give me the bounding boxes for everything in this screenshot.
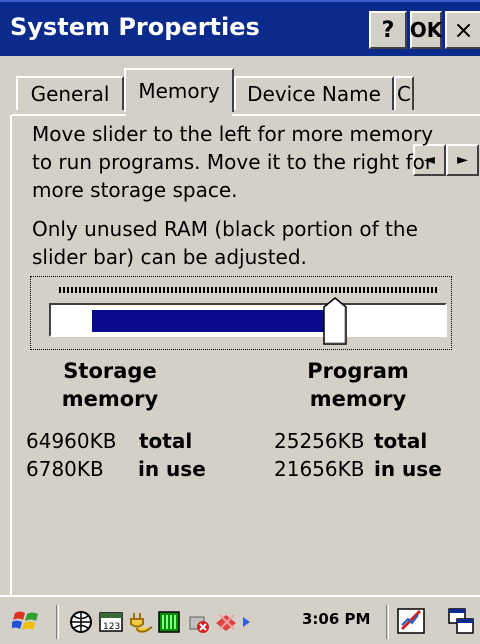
instructions-text: Move slider to the left for more memory … (32, 122, 434, 202)
close-button[interactable]: × (445, 11, 480, 49)
program-total-label: total (374, 429, 428, 453)
power-plug-icon[interactable] (128, 609, 154, 635)
remote-connection-icon[interactable] (214, 609, 240, 635)
storage-in-use-label: in use (138, 457, 206, 481)
program-total-value: 25256KB (274, 429, 365, 453)
svg-text:123: 123 (103, 622, 120, 632)
tray-arrow-icon[interactable] (240, 609, 254, 635)
signal-blocked-icon[interactable] (396, 607, 426, 635)
tab-strip: General Memory Device Name C ◄ ► (0, 66, 480, 176)
windows-switch-icon[interactable] (446, 606, 476, 636)
program-in-use-label: in use (374, 457, 442, 481)
panel-border (10, 115, 12, 595)
ok-button[interactable]: OK (410, 11, 442, 49)
storage-total-value: 64960KB (26, 429, 117, 453)
storage-total-label: total (139, 429, 193, 453)
taskbar: 123 3:06 PM (0, 595, 480, 644)
network-icon[interactable] (68, 609, 94, 635)
slider-ticks (59, 287, 439, 293)
start-flag-icon[interactable] (12, 607, 40, 635)
storage-memory-heading: Storage memory (61, 359, 159, 411)
program-memory-heading: Program memory (307, 359, 409, 411)
tab-memory[interactable]: Memory (124, 68, 234, 112)
wireless-disconnected-icon[interactable] (186, 609, 212, 635)
storage-in-use-value: 6780KB (26, 457, 104, 481)
window-title: System Properties (10, 13, 260, 41)
tab-partial[interactable]: C (394, 76, 414, 110)
tab-general[interactable]: General (16, 76, 124, 110)
slider-thumb[interactable] (323, 297, 347, 345)
title-bar: System Properties ? OK × (0, 0, 480, 56)
tab-divider (12, 114, 480, 116)
note-text: Only unused RAM (black portion of the sl… (32, 217, 418, 269)
program-in-use-value: 21656KB (274, 457, 365, 481)
clock[interactable]: 3:06 PM (302, 610, 370, 628)
keyboard-123-icon[interactable]: 123 (98, 609, 124, 635)
battery-icon[interactable] (156, 609, 182, 635)
help-button[interactable]: ? (369, 11, 407, 49)
memory-slider[interactable] (30, 276, 452, 350)
slider-track[interactable] (49, 297, 447, 345)
tab-device-name[interactable]: Device Name (234, 76, 394, 110)
slider-used-portion (92, 310, 335, 332)
